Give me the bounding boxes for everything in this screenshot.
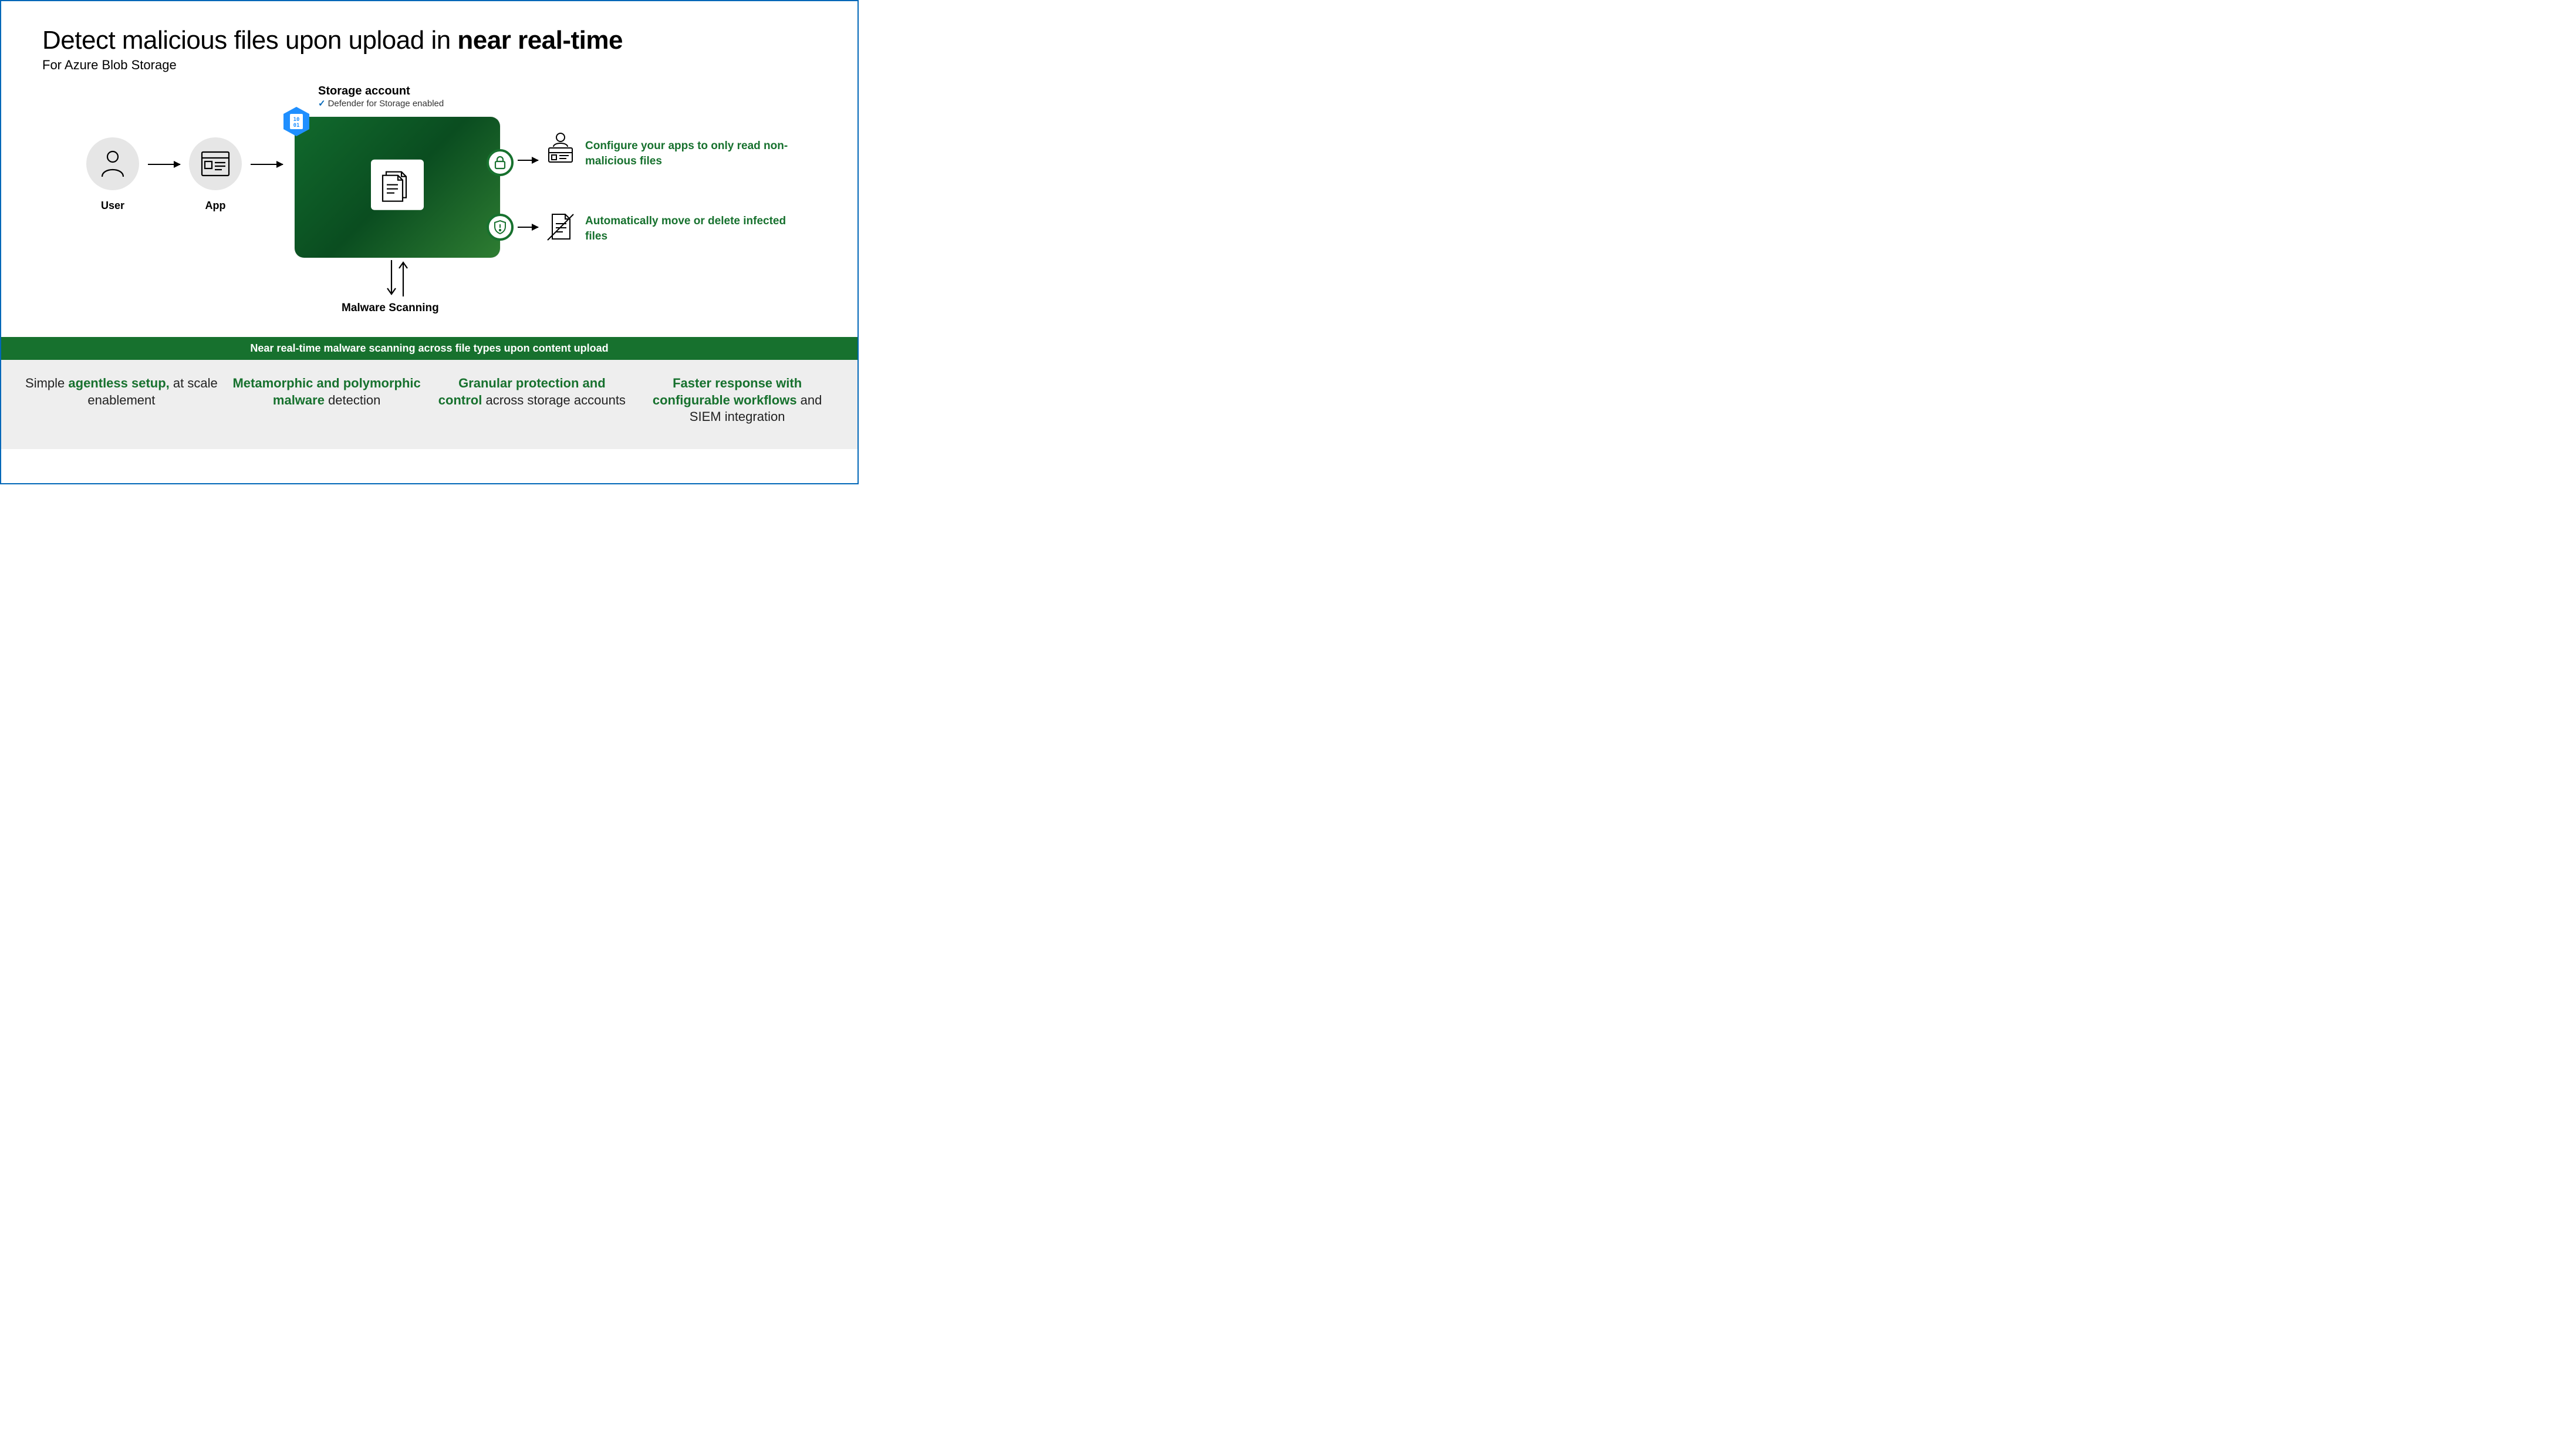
storage-title: Storage account bbox=[318, 85, 444, 98]
lock-badge bbox=[487, 149, 514, 176]
arrow-to-delete-outcome-icon bbox=[518, 227, 538, 228]
feature-ribbon: Near real-time malware scanning across f… bbox=[1, 337, 857, 360]
file-remove-icon bbox=[544, 211, 577, 244]
storage-account-box: 10 01 bbox=[295, 117, 500, 258]
files-icon bbox=[380, 167, 414, 203]
app-icon bbox=[201, 151, 230, 177]
storage-status-text: Defender for Storage enabled bbox=[328, 99, 444, 109]
lock-icon bbox=[494, 156, 507, 170]
storage-status: ✓Defender for Storage enabled bbox=[318, 98, 444, 109]
arrow-user-to-app-icon bbox=[148, 164, 180, 165]
svg-text:01: 01 bbox=[293, 123, 300, 129]
shield-alert-icon bbox=[494, 220, 507, 235]
storage-hex-icon: 10 01 bbox=[283, 106, 310, 137]
user-app-icon bbox=[544, 132, 577, 164]
arrow-app-to-storage-icon bbox=[251, 164, 283, 165]
feature-highlight: Faster response with configurable workfl… bbox=[653, 376, 802, 407]
feature-detection: Metamorphic and polymorphic malware dete… bbox=[230, 375, 424, 426]
architecture-diagram: User App Storage account bbox=[1, 90, 857, 337]
feature-highlight: agentless setup, bbox=[68, 376, 169, 390]
slide-frame: Detect malicious files upon upload in ne… bbox=[0, 0, 859, 484]
app-node: App bbox=[189, 137, 242, 212]
shield-badge bbox=[487, 214, 514, 241]
feature-control: Granular protection and control across s… bbox=[435, 375, 629, 426]
svg-text:10: 10 bbox=[293, 117, 300, 123]
page-subtitle: For Azure Blob Storage bbox=[42, 58, 816, 73]
feature-pre: Simple bbox=[25, 376, 68, 390]
files-icon-badge bbox=[371, 160, 424, 210]
outcome-delete-text: Automatically move or delete infected fi… bbox=[585, 214, 796, 244]
scan-arrows-icon bbox=[383, 258, 412, 299]
features-row: Simple agentless setup, at scale enablem… bbox=[1, 360, 857, 449]
user-node: User bbox=[86, 137, 139, 212]
feature-agentless: Simple agentless setup, at scale enablem… bbox=[25, 375, 218, 426]
header: Detect malicious files upon upload in ne… bbox=[1, 1, 857, 73]
feature-response: Faster response with configurable workfl… bbox=[640, 375, 834, 426]
outcome-read-text: Configure your apps to only read non-mal… bbox=[585, 139, 796, 168]
app-icon-circle bbox=[189, 137, 242, 190]
malware-scanning-label: Malware Scanning bbox=[342, 302, 439, 315]
user-icon-circle bbox=[86, 137, 139, 190]
title-bold: near real-time bbox=[457, 26, 623, 55]
page-title: Detect malicious files upon upload in ne… bbox=[42, 26, 816, 55]
arrow-to-read-outcome-icon bbox=[518, 160, 538, 161]
user-icon bbox=[100, 150, 126, 178]
user-label: User bbox=[86, 200, 139, 212]
feature-post: across storage accounts bbox=[482, 393, 626, 407]
checkmark-icon: ✓ bbox=[318, 99, 326, 109]
app-label: App bbox=[189, 200, 242, 212]
storage-title-block: Storage account ✓Defender for Storage en… bbox=[318, 85, 444, 109]
title-regular: Detect malicious files upon upload in bbox=[42, 26, 457, 55]
feature-post: detection bbox=[325, 393, 380, 407]
